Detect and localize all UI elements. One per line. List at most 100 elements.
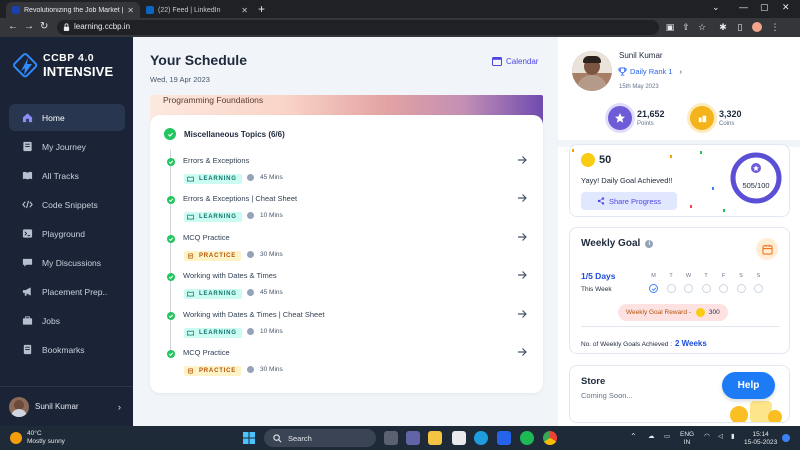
arrow-right-icon[interactable]	[516, 346, 528, 358]
store-title: Store	[581, 376, 606, 387]
sidebar-item-label: Placement Prep..	[42, 286, 108, 297]
sidebar-item-playground[interactable]: Playground	[9, 220, 125, 247]
duration: 30 Mins	[247, 251, 283, 258]
brand-line1: CCBP 4.0	[43, 52, 95, 64]
store-app-icon[interactable]	[452, 431, 466, 445]
tab-search-chevron-icon[interactable]: ⌄	[712, 2, 720, 13]
schedule-item[interactable]: Working with Dates & Times | Cheat Sheet…	[166, 310, 528, 346]
day-letter: W	[685, 273, 692, 279]
arrow-right-icon[interactable]	[516, 231, 528, 243]
sidebar-item-jobs[interactable]: Jobs	[9, 307, 125, 334]
clock-icon	[247, 212, 254, 219]
weekly-reward-label: Weekly Goal Reward -	[626, 309, 691, 316]
arrow-right-icon[interactable]	[516, 269, 528, 281]
share-icon	[597, 197, 605, 205]
edge-icon[interactable]	[474, 431, 488, 445]
lock-icon	[63, 23, 70, 31]
file-explorer-icon[interactable]	[428, 431, 442, 445]
browser-tab-active[interactable]: Revolutionizing the Job Market | ✕	[6, 2, 140, 18]
reload-icon[interactable]: ↻	[40, 21, 48, 33]
share-progress-button[interactable]: Share Progress	[581, 192, 677, 210]
weather-widget[interactable]: 40°C Mostly sunny	[10, 430, 65, 446]
sidepanel-icon[interactable]: ▯	[735, 22, 745, 32]
weekly-count-value: 2 Weeks	[674, 339, 707, 348]
lang-line2: IN	[683, 439, 691, 446]
trophy-icon	[618, 67, 627, 76]
menu-dots-icon[interactable]: ⋮	[770, 22, 780, 32]
extensions-icon[interactable]: ✱	[718, 22, 728, 32]
maximize-icon[interactable]: ▢	[760, 2, 769, 13]
sidebar-item-all-tracks[interactable]: All Tracks	[9, 162, 125, 189]
info-icon[interactable]: i	[645, 239, 654, 248]
sidebar-item-code-snippets[interactable]: Code Snippets	[9, 191, 125, 218]
help-button[interactable]: Help	[722, 372, 775, 399]
clock-icon	[247, 289, 254, 296]
sidebar-item-placement-prep[interactable]: Placement Prep..	[9, 278, 125, 305]
brand-logo[interactable]: CCBP 4.0 INTENSIVE	[12, 51, 127, 81]
taskbar-search[interactable]: Search	[264, 429, 376, 447]
weekly-reward-pill: Weekly Goal Reward - 300	[618, 304, 728, 321]
day-letter: T	[669, 273, 673, 279]
language-indicator[interactable]: ENG IN	[680, 431, 694, 447]
back-icon[interactable]: ←	[8, 21, 18, 33]
window-close-icon[interactable]: ✕	[782, 2, 790, 13]
screenshot-icon[interactable]: ▣	[665, 22, 675, 32]
spotify-icon[interactable]	[520, 431, 534, 445]
tab-close-icon[interactable]: ✕	[127, 6, 134, 15]
schedule-item[interactable]: MCQ Practice PRACTICE 30 Mins	[166, 348, 528, 384]
minimize-icon[interactable]: —	[739, 2, 748, 12]
schedule-item[interactable]: Working with Dates & Times LEARNING 45 Min…	[166, 271, 528, 307]
week-day: W	[683, 273, 694, 293]
arrow-right-icon[interactable]	[516, 154, 528, 166]
share-icon[interactable]: ⇪	[681, 22, 691, 32]
search-icon	[273, 433, 282, 442]
forward-icon[interactable]: →	[24, 21, 34, 33]
address-bar[interactable]: learning.ccbp.in	[57, 20, 659, 35]
day-letter: S	[756, 273, 761, 279]
sidebar-item-my-journey[interactable]: My Journey	[9, 133, 125, 160]
clock-date: 15-05-2023	[744, 439, 778, 446]
arrow-right-icon[interactable]	[516, 192, 528, 204]
profile-icon[interactable]	[752, 22, 762, 32]
schedule-item-title: Errors & Exceptions | Cheat Sheet	[183, 194, 298, 203]
chrome-icon[interactable]	[543, 431, 557, 445]
calendar-link[interactable]: Calendar	[492, 56, 538, 66]
confetti	[700, 151, 702, 154]
battery-icon[interactable]: ▭	[664, 433, 670, 441]
book-icon	[187, 176, 194, 182]
profile-avatar[interactable]	[572, 51, 612, 91]
sidebar-item-bookmarks[interactable]: Bookmarks	[9, 336, 125, 363]
task-view-icon[interactable]	[384, 431, 398, 445]
wifi-icon[interactable]: ◠	[704, 433, 710, 441]
browser-tab-linkedin[interactable]: (22) Feed | LinkedIn ✕	[140, 2, 254, 18]
code-editor-icon[interactable]	[497, 431, 511, 445]
teams-icon[interactable]	[406, 431, 420, 445]
new-tab-icon[interactable]: +	[258, 2, 265, 16]
windows-start-icon[interactable]	[243, 432, 255, 444]
daily-rank-link[interactable]: Daily Rank 1 ›	[618, 67, 682, 76]
check-circle-icon	[167, 350, 175, 358]
sidebar-item-label: Home	[42, 112, 65, 123]
sidebar-item-home[interactable]: Home	[9, 104, 125, 131]
battery-status-icon[interactable]: ▮	[731, 433, 735, 441]
schedule-item[interactable]: Errors & Exceptions LEARNING 45 Mins	[166, 156, 528, 192]
cloud-icon[interactable]: ☁	[648, 433, 655, 441]
schedule-item[interactable]: MCQ Practice PRACTICE 30 Mins	[166, 233, 528, 269]
check-circle-icon	[167, 158, 175, 166]
sidebar: CCBP 4.0 INTENSIVE Home My Journey All T…	[0, 37, 133, 426]
points-label: Points	[637, 121, 654, 127]
sidebar-item-my-discussions[interactable]: My Discussions	[9, 249, 125, 276]
notification-icon[interactable]	[782, 434, 790, 442]
tray-overflow-icon[interactable]: ⌃	[630, 433, 637, 441]
sidebar-user[interactable]: Sunil Kumar ›	[0, 386, 133, 426]
avatar	[9, 396, 29, 417]
goal-progress-ring	[730, 152, 782, 204]
volume-icon[interactable]: ◁	[718, 433, 723, 441]
tab-title: (22) Feed | LinkedIn	[158, 6, 221, 14]
tab-close-icon[interactable]: ✕	[241, 6, 248, 15]
clock[interactable]: 15:14 15-05-2023	[744, 431, 777, 447]
star-icon[interactable]: ☆	[697, 22, 707, 32]
arrow-right-icon[interactable]	[516, 308, 528, 320]
schedule-item[interactable]: Errors & Exceptions | Cheat Sheet LEARNIN…	[166, 194, 528, 230]
brand-line2: INTENSIVE	[43, 64, 114, 79]
